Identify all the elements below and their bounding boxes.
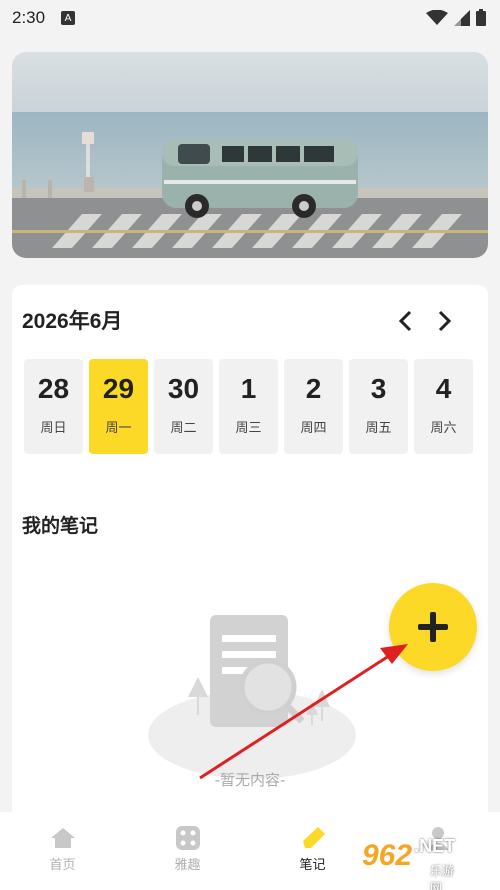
plus-icon — [418, 612, 448, 642]
tab-notes[interactable]: 笔记 — [250, 812, 375, 890]
watermark-number: 962 — [362, 839, 413, 872]
tab-yaqu[interactable]: 雅趣 — [125, 812, 250, 890]
day-weekday: 周三 — [235, 421, 262, 436]
day-weekday: 周一 — [105, 421, 132, 436]
battery-icon — [476, 9, 486, 26]
watermark-subtitle: 乐游网 — [430, 864, 455, 890]
pencil-icon — [302, 827, 325, 848]
notes-card: 2026年6月 28 周日 29 周一 30 周二 1 周三 2 周四 3 周五 — [12, 285, 488, 845]
day-cell[interactable]: 28 周日 — [24, 359, 83, 454]
day-cell-selected[interactable]: 29 周一 — [89, 359, 148, 454]
cellular-icon — [454, 9, 470, 26]
day-cell[interactable]: 30 周二 — [154, 359, 213, 454]
banner-image[interactable] — [12, 52, 488, 258]
day-number: 29 — [102, 373, 135, 404]
chevron-left-icon — [398, 310, 412, 332]
day-cell[interactable]: 2 周四 — [284, 359, 343, 454]
notes-section-title: 我的笔记 — [22, 515, 99, 537]
day-weekday: 周六 — [430, 421, 457, 436]
chevron-right-icon — [438, 310, 452, 332]
day-weekday: 周五 — [365, 421, 392, 436]
day-number: 30 — [167, 373, 200, 404]
add-note-button[interactable] — [389, 583, 477, 671]
day-number: 28 — [37, 373, 70, 404]
day-cell[interactable]: 4 周六 — [414, 359, 473, 454]
status-bar: 2:30 A — [0, 0, 500, 36]
van-illustration — [162, 140, 358, 218]
site-watermark: 962 .NET 乐游网 — [362, 836, 456, 890]
tab-label: 首页 — [49, 858, 76, 873]
day-weekday: 周日 — [40, 421, 67, 436]
prev-week-button[interactable] — [392, 307, 420, 335]
tab-home[interactable]: 首页 — [0, 812, 125, 890]
home-icon — [50, 828, 75, 848]
day-cell[interactable]: 1 周三 — [219, 359, 278, 454]
status-time: 2:30 — [12, 8, 46, 27]
week-day-strip: 28 周日 29 周一 30 周二 1 周三 2 周四 3 周五 4 周六 — [24, 359, 473, 454]
day-cell[interactable]: 3 周五 — [349, 359, 408, 454]
day-number: 1 — [240, 373, 257, 404]
watermark-suffix: .NET — [414, 836, 456, 856]
dice-icon — [175, 826, 200, 850]
empty-notes-text: -暂无内容- — [214, 771, 286, 789]
next-week-button[interactable] — [430, 307, 458, 335]
day-number: 2 — [305, 373, 322, 404]
day-number: 3 — [370, 373, 387, 404]
notification-icon: A — [61, 11, 76, 25]
day-weekday: 周二 — [170, 421, 197, 436]
empty-notes-illustration — [142, 605, 362, 780]
month-title: 2026年6月 — [22, 310, 123, 333]
tab-label: 雅趣 — [174, 858, 201, 873]
tab-label: 笔记 — [299, 858, 326, 873]
status-indicators — [426, 9, 486, 26]
day-weekday: 周四 — [300, 421, 327, 436]
day-number: 4 — [435, 373, 452, 404]
wifi-icon — [426, 9, 448, 25]
